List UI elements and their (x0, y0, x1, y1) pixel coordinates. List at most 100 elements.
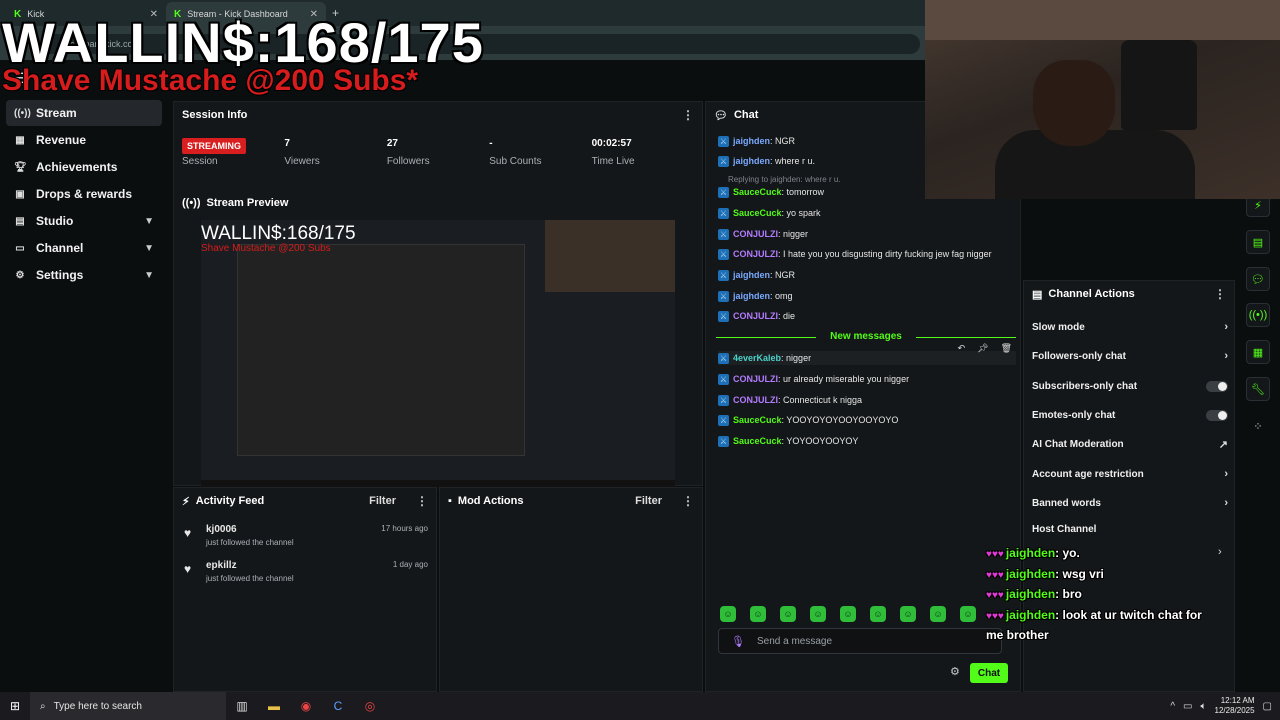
task-view-icon[interactable]: ▥ (226, 699, 258, 713)
host-channel-item[interactable]: Host Channel (1032, 519, 1228, 539)
windows-start-icon[interactable]: ⊞ (0, 699, 30, 713)
chat-username[interactable]: CONJULZI (733, 311, 778, 321)
chat-message[interactable]: ⚔ SauceCuck: YOYOOYOOYOY (718, 434, 858, 448)
sub-counts-stat: - Sub Counts (489, 134, 591, 174)
mod-badge-icon: ⚔ (718, 269, 729, 281)
emote-icon[interactable]: ☺ (870, 606, 886, 622)
taskbar-clock[interactable]: 12:12 AM 12/28/2025 (1215, 696, 1255, 716)
sidebar-item-drops[interactable]: ▣ Drops & rewards (6, 181, 162, 207)
microphone-icon[interactable]: 🎙︎ (731, 635, 745, 648)
chat-message[interactable]: ⚔ CONJULZI: die (718, 309, 795, 323)
followers-value: 27 (386, 138, 398, 149)
sidebar-item-settings[interactable]: ⚙ Settings ▼ (6, 262, 162, 288)
rail-wrench-icon[interactable]: 🔧︎ (1246, 377, 1270, 401)
chat-message[interactable]: ⚔ jaighden: where r u. (718, 154, 815, 168)
chrome-icon[interactable]: ◉ (290, 699, 322, 713)
external-link-icon: ↗ (1218, 438, 1228, 451)
emotes-only-toggle[interactable] (1206, 409, 1228, 421)
emote-icon[interactable]: ☺ (930, 606, 946, 622)
overlay-chat-text: look at ur twitch chat for (1062, 608, 1202, 622)
gift-icon: ▣ (15, 188, 25, 200)
reply-icon[interactable]: ↶ (958, 343, 966, 354)
chat-username[interactable]: SauceCuck (733, 415, 782, 425)
chat-username[interactable]: SauceCuck (733, 208, 782, 218)
chat-username[interactable]: CONJULZI (733, 395, 778, 405)
chevron-right-icon[interactable]: › (1218, 546, 1222, 558)
chat-message[interactable]: ⚔ CONJULZI: ur already miserable you nigg… (718, 372, 909, 386)
slow-mode-item[interactable]: Slow mode › (1032, 317, 1228, 337)
chat-message[interactable]: ⚔ jaighden: omg (718, 289, 793, 303)
emote-icon[interactable]: ☺ (720, 606, 736, 622)
mod-badge-icon: ⚔ (718, 248, 729, 260)
emote-icon[interactable]: ☺ (840, 606, 856, 622)
account-age-item[interactable]: Account age restriction › (1032, 464, 1228, 484)
sidebar-item-revenue[interactable]: ▦ Revenue (6, 127, 162, 153)
chat-message[interactable]: ⚔ CONJULZI: nigger (718, 227, 808, 241)
more-options-icon[interactable]: ⋮ (682, 108, 694, 122)
subscribers-only-toggle[interactable] (1206, 380, 1228, 392)
rail-chat-icon[interactable]: 💬︎ (1246, 267, 1270, 291)
taskbar-search[interactable]: ⌕ Type here to search (30, 692, 226, 720)
rail-more-icon[interactable]: ⁘ (1246, 414, 1270, 438)
chevron-up-icon[interactable]: ^ (1170, 701, 1175, 712)
chat-username[interactable]: 4everKaleb (733, 353, 781, 363)
clock-date: 12/28/2025 (1214, 706, 1255, 715)
rail-clipboard-icon[interactable]: ▤ (1246, 230, 1270, 254)
chat-username[interactable]: jaighden (733, 291, 770, 301)
chat-username[interactable]: CONJULZI (733, 249, 778, 259)
send-chat-button[interactable]: Chat (970, 663, 1008, 683)
chat-message[interactable]: ⚔ jaighden: NGR (718, 268, 795, 282)
emote-icon[interactable]: ☺ (900, 606, 916, 622)
filter-button[interactable]: Filter (635, 495, 662, 507)
chat-username[interactable]: SauceCuck (733, 187, 782, 197)
app-c-icon[interactable]: C (322, 699, 354, 713)
emote-icon[interactable]: ☺ (960, 606, 976, 622)
emote-icon[interactable]: ☺ (750, 606, 766, 622)
volume-icon[interactable]: 🔈︎ (1201, 701, 1207, 712)
emote-icon[interactable]: ☺ (810, 606, 826, 622)
chat-input[interactable]: 🎙︎ Send a message (718, 628, 1002, 654)
chat-message[interactable]: ⚔ SauceCuck: yo spark (718, 206, 821, 220)
sidebar-item-label: Revenue (36, 133, 87, 147)
item-label: Subscribers-only chat (1032, 380, 1138, 392)
chat-settings-icon[interactable]: ⚙ (950, 665, 960, 678)
pin-icon[interactable]: 📌︎ (977, 343, 988, 354)
followers-only-item[interactable]: Followers-only chat › (1032, 346, 1228, 366)
emote-icon[interactable]: ☺ (780, 606, 796, 622)
rail-broadcast-icon[interactable]: ((•)) (1246, 303, 1270, 327)
activity-user[interactable]: epkillz (206, 560, 237, 571)
more-options-icon[interactable]: ⋮ (1214, 287, 1226, 301)
overlay-badges-icon: ♥♥♥ (986, 570, 1004, 581)
stream-preview-video[interactable]: WALLIN$:168/175 Shave Mustache @200 Subs (201, 220, 675, 490)
delete-icon[interactable]: 🗑︎ (1001, 343, 1012, 354)
obs-icon[interactable]: ◎ (354, 699, 386, 713)
sidebar-item-channel[interactable]: ▭ Channel ▼ (6, 235, 162, 261)
activity-user[interactable]: kj0006 (206, 524, 237, 535)
chat-message[interactable]: ⚔ jaighden: NGR (718, 134, 795, 148)
ai-moderation-item[interactable]: AI Chat Moderation ↗ (1032, 434, 1228, 454)
rail-layout-icon[interactable]: ▦ (1246, 340, 1270, 364)
sidebar-item-stream[interactable]: ((•)) Stream (6, 100, 162, 126)
more-options-icon[interactable]: ⋮ (682, 494, 694, 508)
more-options-icon[interactable]: ⋮ (416, 494, 428, 508)
chat-message[interactable]: ⚔ CONJULZI: Connecticut k nigga (718, 393, 862, 407)
time-live-stat: 00:02:57 Time Live (592, 134, 694, 174)
chat-username[interactable]: jaighden (733, 136, 770, 146)
chat-username[interactable]: jaighden (733, 156, 770, 166)
banned-words-item[interactable]: Banned words › (1032, 493, 1228, 513)
notification-icon[interactable]: ▢ (1263, 701, 1272, 712)
chat-message[interactable]: ⚔ SauceCuck: YOOYOYOYOOYOOYOYO (718, 413, 898, 427)
stream-preview-title: Stream Preview (206, 197, 289, 209)
chat-message[interactable]: ⚔ SauceCuck: tomorrow (718, 185, 824, 199)
file-explorer-icon[interactable]: ▬ (258, 699, 290, 713)
chat-username[interactable]: SauceCuck (733, 436, 782, 446)
chat-username[interactable]: CONJULZI (733, 374, 778, 384)
sidebar-item-achievements[interactable]: 🏆︎ Achievements (6, 154, 162, 180)
filter-button[interactable]: Filter (369, 495, 396, 507)
chat-username[interactable]: CONJULZI (733, 229, 778, 239)
sidebar-item-studio[interactable]: ▤ Studio ▼ (6, 208, 162, 234)
chat-username[interactable]: jaighden (733, 270, 770, 280)
chat-message[interactable]: ⚔ CONJULZI: I hate you you disgusting dir… (718, 247, 992, 261)
new-messages-divider[interactable]: New messages (716, 331, 1016, 342)
network-icon[interactable]: ▭ (1183, 701, 1192, 712)
